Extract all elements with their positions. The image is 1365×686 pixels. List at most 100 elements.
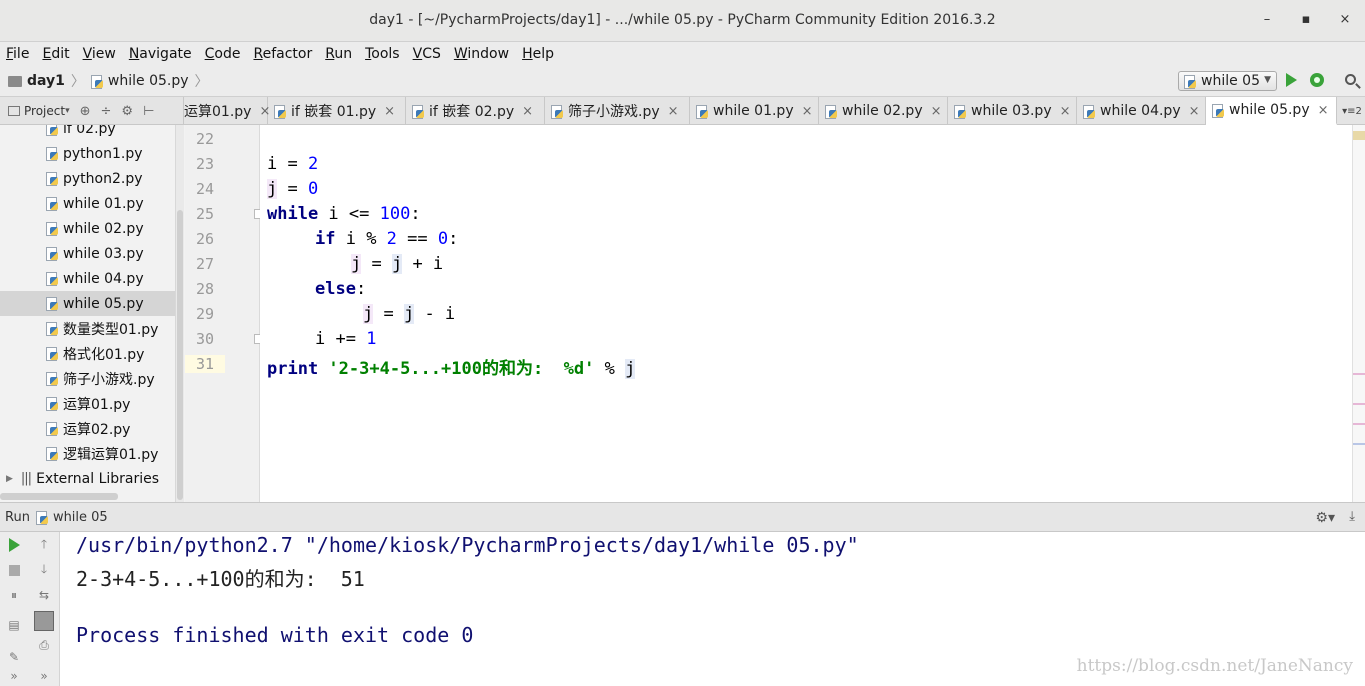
run-toolbar: 🡑 🡓 ⏸ ⇆ ▤ ⎙ ✎ » » [0,532,60,686]
tab-while-05[interactable]: while 05.py × [1206,97,1337,125]
close-window-button[interactable]: × [1337,12,1353,28]
run-tool-label: Run [5,509,30,525]
menu-refactor[interactable]: Refactor [253,46,312,62]
tree-item[interactable]: while 02.py [0,216,175,241]
tree-vertical-scrollbar[interactable] [175,125,184,502]
run-tool-config[interactable]: while 05 [53,510,108,525]
collapse-icon[interactable]: ÷ [101,104,112,119]
hide-panel-icon[interactable]: ⊢ [143,104,154,119]
scroll-down-icon[interactable]: 🡓 [36,562,52,578]
scroll-to-end-icon[interactable] [34,611,54,631]
scroll-up-icon[interactable]: 🡑 [36,537,52,553]
run-console[interactable]: /usr/bin/python2.7 "/home/kiosk/PycharmP… [60,532,1365,686]
close-tab-icon[interactable]: × [1189,104,1200,119]
close-tab-icon[interactable]: × [1318,103,1329,118]
print-icon[interactable]: ⎙ [36,637,52,653]
menu-help[interactable]: Help [522,46,554,62]
run-tool-header: Run while 05 ⚙▾ ⤓ [0,502,1365,532]
tree-item[interactable]: 数量类型01.py [0,316,175,341]
tree-item[interactable]: python2.py [0,166,175,191]
soft-wrap-icon[interactable]: ⇆ [36,587,52,603]
python-file-icon [696,104,708,119]
minimize-button[interactable]: – [1259,12,1275,28]
tabs-overflow-button[interactable]: ▾≡2 [1339,97,1365,125]
tab-if-nest-02[interactable]: if 嵌套 02.py × [406,97,545,125]
tree-item[interactable]: 筛子小游戏.py [0,366,175,391]
editor-scrollbar[interactable] [1352,125,1365,502]
run-icon[interactable] [1286,73,1297,87]
line-number: 29 [195,305,215,323]
close-tab-icon[interactable]: × [931,104,942,119]
close-tab-icon[interactable]: × [1060,104,1071,119]
breadcrumb-file[interactable]: while 05.py [108,73,189,89]
project-tool-header[interactable]: Project ▾ ⊕ ÷ ⚙ ⊢ [0,97,184,125]
more-icon[interactable]: » [36,668,52,684]
breadcrumb-project[interactable]: day1 [27,73,65,89]
menu-window[interactable]: Window [454,46,509,62]
target-icon[interactable]: ⊕ [80,104,91,119]
project-tree: if 02.py python1.py python2.py while 01.… [0,125,175,502]
tree-item[interactable]: while 04.py [0,266,175,291]
usage-marker[interactable] [1353,423,1365,425]
menu-code[interactable]: Code [205,46,241,62]
menu-run[interactable]: Run [325,46,352,62]
python-file-icon [274,104,286,119]
tab-yunsuan01[interactable]: 运算01.py × [184,97,270,125]
inspection-status-icon[interactable] [1353,131,1365,140]
close-tab-icon[interactable]: × [384,104,395,119]
menu-file[interactable]: File [6,46,29,62]
menu-navigate[interactable]: Navigate [129,46,192,62]
run-config-selector[interactable]: while 05 ▼ [1178,71,1277,91]
editor-tabs: 运算01.py × if 嵌套 01.py × if 嵌套 02.py × 筛子小游戏… [184,97,1339,125]
tree-horizontal-scrollbar[interactable] [0,493,118,500]
tree-item-external-libraries[interactable]: ▶ ||| External Libraries [0,466,175,491]
usage-marker[interactable] [1353,443,1365,445]
restore-layout-icon[interactable]: ▤ [6,617,22,633]
debug-icon[interactable] [1310,73,1324,87]
tab-while-04[interactable]: while 04.py × [1077,97,1206,125]
line-number: 27 [195,255,215,273]
menu-view[interactable]: View [83,46,116,62]
close-tab-icon[interactable]: × [668,104,679,119]
tree-item[interactable]: python1.py [0,141,175,166]
tab-dice-game[interactable]: 筛子小游戏.py × [545,97,690,125]
menu-vcs[interactable]: VCS [413,46,441,62]
tree-item[interactable]: 逻辑运算01.py [0,441,175,466]
search-icon[interactable] [1345,74,1356,85]
more-icon[interactable]: » [6,668,22,684]
maximize-button[interactable]: ▪ [1298,12,1314,28]
close-tab-icon[interactable]: × [802,104,813,119]
usage-marker[interactable] [1353,373,1365,375]
hide-panel-icon[interactable]: ⤓ [1349,509,1355,524]
rerun-icon[interactable] [6,537,22,553]
tree-item[interactable]: 运算02.py [0,416,175,441]
tree-item-selected[interactable]: while 05.py [0,291,175,316]
tab-while-03[interactable]: while 03.py × [948,97,1077,125]
tree-item[interactable]: 运算01.py [0,391,175,416]
usage-marker[interactable] [1353,403,1365,405]
tree-item[interactable]: while 03.py [0,241,175,266]
stop-icon[interactable] [6,562,22,578]
pin-icon[interactable]: ✎ [6,649,22,665]
code-editor[interactable]: i = 2 j = 0 while i <= 100: if i % 2 == … [260,125,1352,502]
tab-while-02[interactable]: while 02.py × [819,97,948,125]
gear-icon[interactable]: ⚙▾ [1315,510,1335,526]
folder-icon [8,75,22,87]
menu-edit[interactable]: Edit [42,46,69,62]
chevron-down-icon: ▾ [65,106,70,116]
tab-while-01[interactable]: while 01.py × [690,97,819,125]
window-title: day1 - [~/PycharmProjects/day1] - .../wh… [369,12,996,28]
close-tab-icon[interactable]: × [522,104,533,119]
chevron-right-icon[interactable]: ▶ [6,474,13,484]
menu-tools[interactable]: Tools [365,46,400,62]
tree-item[interactable]: 格式化01.py [0,341,175,366]
pause-icon[interactable]: ⏸ [6,587,22,603]
tree-item[interactable]: while 01.py [0,191,175,216]
gear-icon[interactable]: ⚙ [121,104,133,119]
console-command-line: /usr/bin/python2.7 "/home/kiosk/PycharmP… [76,533,859,557]
tab-if-nest-01[interactable]: if 嵌套 01.py × [268,97,406,125]
code-line-30: i += 1 [315,329,377,349]
python-file-icon [551,104,563,119]
tree-item[interactable]: if 02.py [0,125,175,141]
scrollbar-thumb[interactable] [177,210,183,500]
